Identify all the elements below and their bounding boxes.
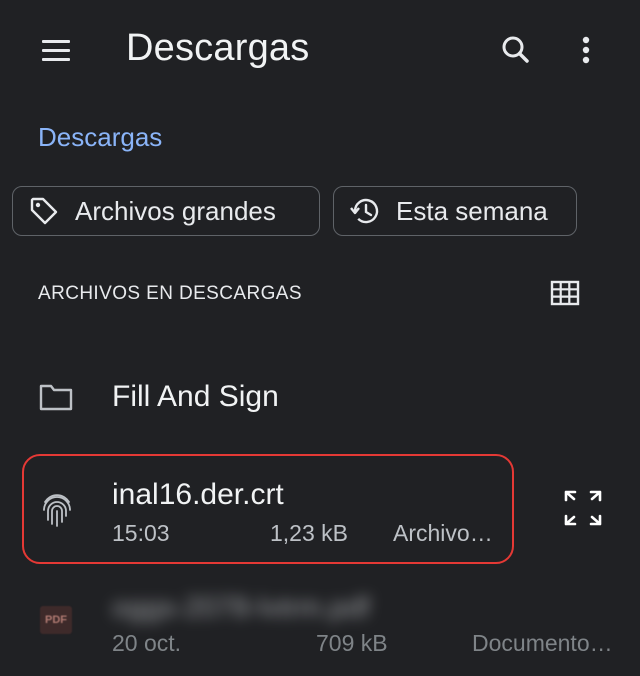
section-header: ARCHIVOS EN DESCARGAS: [38, 283, 302, 304]
folder-icon: [38, 382, 74, 412]
history-icon: [348, 194, 382, 228]
expand-icon[interactable]: [560, 488, 606, 528]
fingerprint-icon: [40, 490, 74, 528]
file-size: 1,23 kB: [270, 520, 348, 546]
file-name: inal16.der.crt: [112, 478, 284, 511]
file-time: 20 oct.: [112, 630, 182, 656]
chip-this-week[interactable]: Esta semana: [333, 186, 577, 236]
file-type: Documento…: [472, 630, 613, 656]
grid-view-icon[interactable]: [550, 280, 582, 308]
more-vert-icon[interactable]: [566, 30, 606, 70]
search-icon[interactable]: [496, 30, 536, 70]
breadcrumb[interactable]: Descargas: [38, 122, 162, 153]
file-type: Archivo…: [393, 520, 493, 546]
list-item-file[interactable]: PDF oggs-2078-lvtrm.pdf 20 oct. 709 kB D…: [0, 584, 640, 676]
chip-label: Archivos grandes: [75, 195, 276, 226]
page-title: Descargas: [126, 27, 310, 69]
folder-name: Fill And Sign: [112, 380, 279, 413]
file-name: oggs-2078-lvtrm.pdf: [112, 592, 370, 624]
list-item-file[interactable]: inal16.der.crt 15:03 1,23 kB Archivo…: [0, 454, 640, 564]
app-bar: Descargas: [0, 0, 640, 104]
chip-large-files[interactable]: Archivos grandes: [12, 186, 320, 236]
list-item-folder[interactable]: Fill And Sign: [0, 360, 640, 440]
tag-icon: [27, 194, 61, 228]
file-size: 709 kB: [316, 630, 388, 656]
hamburger-menu-icon[interactable]: [36, 30, 76, 70]
file-time: 15:03: [112, 520, 170, 546]
pdf-icon: PDF: [40, 606, 72, 634]
chip-label: Esta semana: [396, 195, 548, 226]
